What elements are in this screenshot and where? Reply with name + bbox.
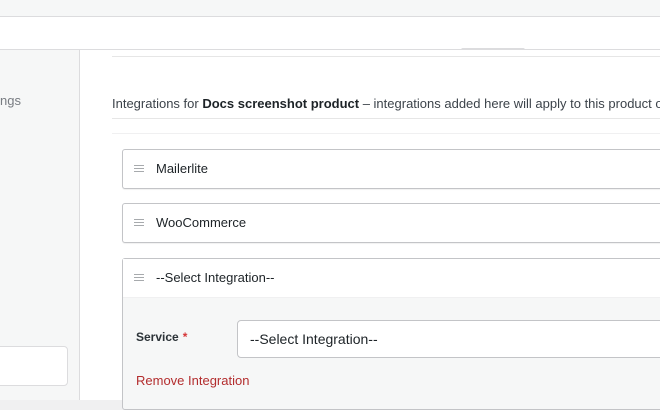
service-select-value[interactable]: --Select Integration-- [250, 331, 378, 347]
divider [112, 56, 660, 57]
intro-suffix: – integrations added here will apply to … [359, 96, 660, 111]
top-toolbar [0, 0, 660, 17]
drag-handle-icon[interactable] [134, 165, 144, 173]
product-name: Docs screenshot product [202, 96, 360, 111]
service-label: Service * [136, 330, 187, 344]
integration-title[interactable]: Mailerlite [156, 161, 208, 176]
integration-panel-woocommerce[interactable]: WooCommerce [122, 203, 660, 243]
divider [112, 133, 660, 134]
integrations-intro: Integrations for Docs screenshot product… [112, 96, 660, 111]
integration-panel-new: --Select Integration-- Service * --Select… [122, 258, 660, 410]
integration-panel-mailerlite[interactable]: Mailerlite [122, 149, 660, 189]
sidebar: ngs [0, 50, 80, 400]
integration-title[interactable]: WooCommerce [156, 215, 246, 230]
sidebar-input-field[interactable] [0, 346, 68, 386]
service-label-text: Service [136, 330, 179, 344]
service-select[interactable]: --Select Integration-- [237, 320, 660, 358]
integrations-panel: Integrations for Docs screenshot product… [80, 50, 660, 410]
integration-panel-header[interactable]: --Select Integration-- [123, 259, 660, 298]
integration-title[interactable]: --Select Integration-- [156, 270, 275, 285]
drag-handle-icon[interactable] [134, 274, 144, 282]
intro-prefix: Integrations for [112, 96, 203, 111]
required-marker: * [182, 330, 188, 344]
drag-handle-icon[interactable] [134, 219, 144, 227]
sidebar-item-settings-label[interactable]: ngs [0, 93, 21, 108]
remove-integration-link[interactable]: Remove Integration [136, 373, 249, 388]
divider [112, 118, 660, 119]
secondary-toolbar [0, 17, 660, 52]
